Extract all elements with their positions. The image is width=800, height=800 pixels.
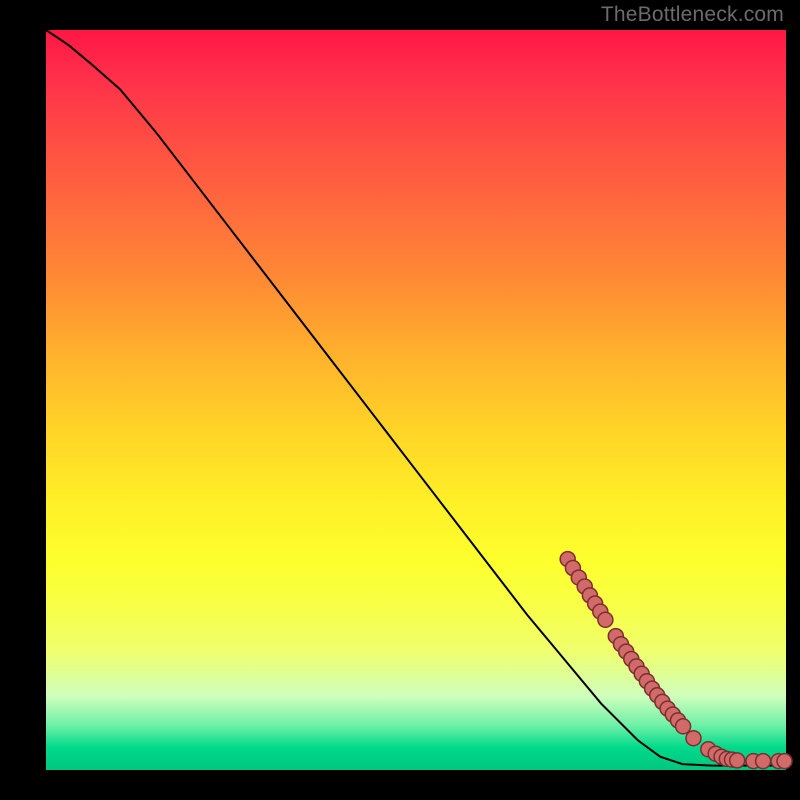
data-point	[598, 612, 613, 627]
plot-area	[46, 30, 786, 770]
data-point	[686, 731, 701, 746]
watermark-text: TheBottleneck.com	[601, 3, 784, 27]
data-point	[676, 719, 691, 734]
chart-svg	[46, 30, 786, 770]
data-point	[756, 754, 771, 769]
scatter-points	[560, 552, 792, 769]
data-point	[777, 754, 792, 769]
chart-frame: TheBottleneck.com	[0, 0, 800, 800]
data-point	[730, 753, 745, 768]
bottleneck-curve	[46, 30, 786, 766]
